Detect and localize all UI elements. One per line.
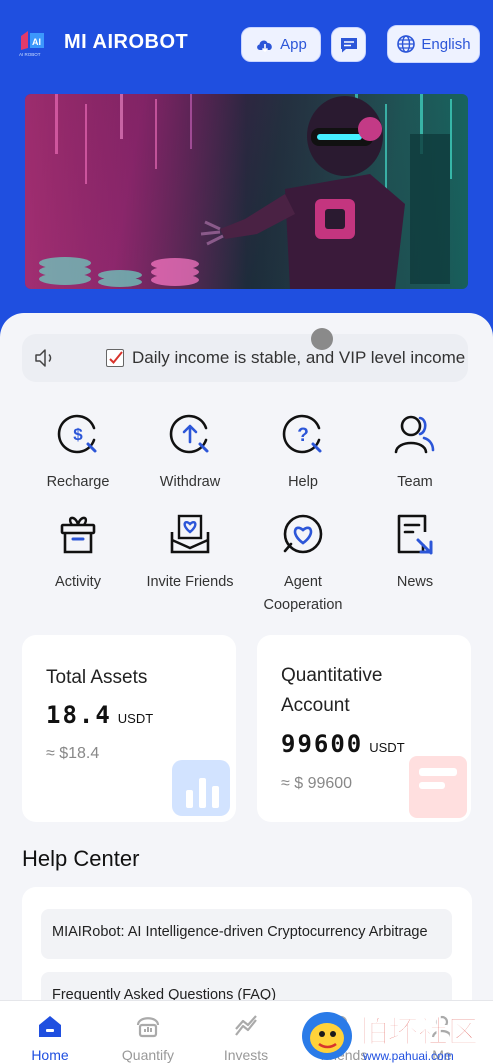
message-icon: [340, 37, 357, 52]
quantitative-account-card[interactable]: Quantitative Account 99600 USDT ≈ $ 99600: [257, 635, 471, 822]
total-assets-unit: USDT: [117, 711, 154, 726]
svg-text:?: ?: [297, 425, 309, 446]
home-icon: [39, 1016, 61, 1037]
bar-chart-icon: [172, 760, 230, 816]
notice-text-row: Daily income is stable, and VIP level in…: [106, 348, 465, 368]
cloud-download-icon: [257, 39, 272, 52]
menu-item-invite-friends[interactable]: Invite Friends: [134, 510, 246, 594]
check-mark-icon: [106, 349, 124, 367]
quantify-icon: [136, 1017, 160, 1038]
app-button-label: App: [280, 36, 307, 53]
messages-button[interactable]: [331, 27, 366, 62]
withdraw-icon: [169, 414, 209, 454]
language-selector-button[interactable]: English: [387, 25, 480, 63]
svg-text:www.pahuai.com: www.pahuai.com: [362, 1049, 454, 1063]
help-icon: ?: [282, 414, 322, 454]
quant-account-unit: USDT: [369, 740, 405, 755]
menu-label: Withdraw: [159, 474, 221, 490]
svg-text:AI ROBOT: AI ROBOT: [19, 52, 41, 57]
quant-account-title: Quantitative Account: [281, 665, 383, 716]
total-assets-title: Total Assets: [46, 667, 148, 688]
robot-illustration: [25, 94, 468, 289]
watermark-logo-icon: 怕坏社区 www.pahuai.com: [302, 1012, 479, 1063]
site-watermark: 怕坏社区 www.pahuai.com: [300, 1006, 493, 1064]
invite-icon: [170, 514, 210, 554]
promo-banner[interactable]: [25, 94, 468, 289]
help-center-title: Help Center: [22, 846, 140, 871]
menu-label: Recharge: [46, 474, 110, 490]
tab-home[interactable]: Home: [1, 1001, 99, 1064]
menu-item-withdraw[interactable]: Withdraw: [134, 410, 246, 494]
notice-text: Daily income is stable, and VIP level in…: [132, 348, 466, 367]
gift-icon: [60, 516, 96, 554]
svg-text:AI: AI: [32, 37, 41, 47]
language-label: English: [421, 35, 471, 53]
recharge-icon: $: [57, 414, 97, 454]
news-icon: [397, 514, 433, 555]
menu-label: Invite Friends: [146, 574, 234, 590]
wallet-icon: [409, 756, 467, 818]
trend-chart-icon: [235, 1015, 257, 1036]
quant-account-value: 99600 USDT: [281, 730, 405, 758]
menu-label: Agent Cooperation: [263, 574, 343, 613]
menu-item-team[interactable]: Team: [359, 410, 471, 494]
agent-icon: [283, 514, 323, 554]
menu-label: Team: [397, 474, 433, 490]
app-logo-icon: AI AI ROBOT: [19, 31, 44, 57]
app-header: AI AI ROBOT MI AIROBOT App English: [0, 0, 493, 84]
svg-text:怕坏社区: 怕坏社区: [358, 1015, 478, 1050]
menu-item-help[interactable]: ? Help: [247, 410, 359, 494]
svg-text:$: $: [73, 425, 83, 444]
total-assets-value: 18.4 USDT: [46, 701, 154, 729]
total-assets-card[interactable]: Total Assets 18.4 USDT ≈ $18.4: [22, 635, 236, 822]
tab-label: Home: [31, 1047, 69, 1063]
notice-bar[interactable]: Daily income is stable, and VIP level in…: [22, 334, 468, 382]
tab-label: Quantify: [121, 1047, 175, 1063]
team-icon: [394, 415, 435, 454]
menu-label: Activity: [55, 574, 101, 590]
menu-item-recharge[interactable]: $ Recharge: [22, 410, 134, 494]
app-name: MI AIROBOT: [64, 31, 189, 53]
tab-invests[interactable]: Invests: [197, 1001, 295, 1064]
menu-item-agent-cooperation[interactable]: Agent Cooperation: [247, 510, 359, 617]
tab-label: Invests: [223, 1047, 269, 1063]
menu-label: News: [396, 574, 434, 590]
drag-handle[interactable]: [311, 328, 333, 350]
quant-account-approx: ≈ $ 99600: [281, 775, 353, 792]
total-assets-approx: ≈ $18.4: [46, 745, 100, 762]
app-download-button[interactable]: App: [241, 27, 321, 62]
tab-quantify[interactable]: Quantify: [99, 1001, 197, 1064]
speaker-icon: [35, 349, 52, 367]
menu-item-activity[interactable]: Activity: [22, 510, 134, 594]
menu-item-news[interactable]: News: [359, 510, 471, 594]
globe-icon: [397, 35, 416, 53]
help-article-item[interactable]: MIAIRobot: AI Intelligence-driven Crypto…: [41, 909, 452, 959]
menu-label: Help: [288, 474, 318, 490]
